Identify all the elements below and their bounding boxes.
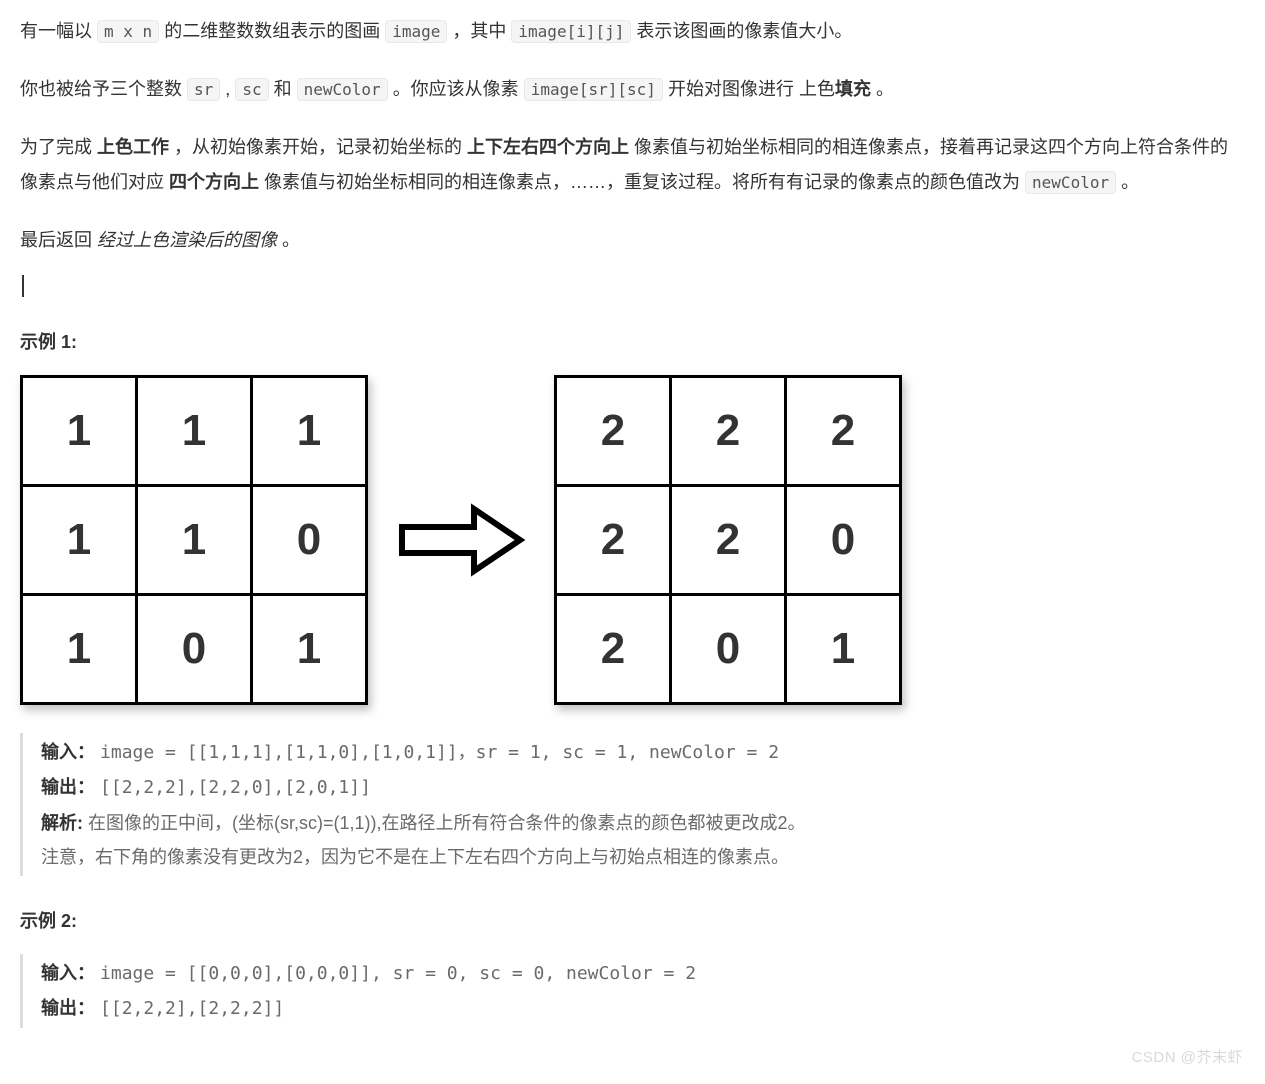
grid-cell: 2 (556, 486, 671, 595)
example-2-block: 输入： image = [[0,0,0],[0,0,0]], sr = 0, s… (20, 954, 1245, 1028)
text: 开始对图像进行 上色 (668, 79, 835, 99)
flood-fill-diagram: 111110101 222220201 (20, 375, 1245, 705)
code-inline: image[i][j] (511, 20, 631, 43)
grid-cell: 1 (252, 595, 367, 704)
grid-cell: 1 (137, 486, 252, 595)
text-bold: 填充 (835, 79, 871, 99)
grid-cell: 1 (786, 595, 901, 704)
grid-cell: 1 (252, 377, 367, 486)
input-value: image = [[1,1,1],[1,1,0],[1,0,1]]，sr = 1… (100, 742, 779, 763)
watermark-text: CSDN @芥末虾 (1132, 1044, 1243, 1073)
text: 有一幅以 (20, 21, 97, 41)
code-inline: image[sr][sc] (524, 78, 663, 101)
input-grid: 111110101 (20, 375, 368, 705)
desc-paragraph-2: 你也被给予三个整数 sr , sc 和 newColor 。你应该从像素 ima… (20, 72, 1245, 106)
text: 。 (1121, 172, 1139, 192)
text: ，其中 (452, 21, 511, 41)
explain-value: 在图像的正中间，(坐标(sr,sc)=(1,1)),在路径上所有符合条件的像素点… (88, 813, 806, 833)
output-grid: 222220201 (554, 375, 902, 705)
input-value: image = [[0,0,0],[0,0,0]], sr = 0, sc = … (100, 963, 696, 984)
code-inline: sr (187, 78, 220, 101)
example-2-title: 示例 2: (20, 904, 1245, 938)
text-italic: 经过上色渲染后的图像 (97, 230, 277, 250)
grid-cell: 0 (137, 595, 252, 704)
text-bold: 四个方向上 (169, 172, 259, 192)
code-inline: newColor (1025, 171, 1116, 194)
output-value: [[2,2,2],[2,2,2]] (100, 998, 284, 1019)
grid-cell: 2 (556, 595, 671, 704)
text-bold: 上下左右四个方向上 (467, 137, 629, 157)
grid-cell: 2 (671, 377, 786, 486)
grid-cell: 0 (252, 486, 367, 595)
text: 。 (871, 79, 894, 99)
text-cursor-icon (22, 275, 24, 297)
output-label: 输出： (41, 777, 95, 797)
grid-cell: 1 (137, 377, 252, 486)
grid-cell: 1 (22, 377, 137, 486)
code-inline: sc (235, 78, 268, 101)
desc-paragraph-3: 为了完成 上色工作 ，从初始像素开始，记录初始坐标的 上下左右四个方向上 像素值… (20, 130, 1245, 198)
desc-paragraph-1: 有一幅以 m x n 的二维整数数组表示的图画 image ，其中 image[… (20, 14, 1245, 48)
grid-cell: 2 (671, 486, 786, 595)
text: 的二维整数数组表示的图画 (164, 21, 385, 41)
text: 最后返回 (20, 230, 97, 250)
input-label: 输入： (41, 742, 95, 762)
arrow-right-icon (396, 495, 526, 585)
example-1-title: 示例 1: (20, 325, 1245, 359)
text: 和 (274, 79, 297, 99)
code-inline: image (385, 20, 447, 43)
grid-cell: 0 (671, 595, 786, 704)
text: ，从初始像素开始，记录初始坐标的 (174, 137, 467, 157)
text-bold: 上色工作 (97, 137, 169, 157)
output-value: [[2,2,2],[2,2,0],[2,0,1]] (100, 777, 371, 798)
text: 为了完成 (20, 137, 97, 157)
text: 表示该图画的像素值大小。 (636, 21, 852, 41)
grid-cell: 0 (786, 486, 901, 595)
grid-cell: 1 (22, 595, 137, 704)
explain-note: 注意，右下角的像素没有更改为2，因为它不是在上下左右四个方向上与初始点相连的像素… (41, 840, 1245, 874)
text: , (225, 79, 235, 99)
output-label: 输出： (41, 998, 95, 1018)
text: 你也被给予三个整数 (20, 79, 187, 99)
input-label: 输入： (41, 963, 95, 983)
grid-cell: 2 (786, 377, 901, 486)
desc-paragraph-4: 最后返回 经过上色渲染后的图像 。 (20, 223, 1245, 257)
code-inline: newColor (297, 78, 388, 101)
grid-cell: 1 (22, 486, 137, 595)
example-1-block: 输入： image = [[1,1,1],[1,1,0],[1,0,1]]，sr… (20, 733, 1245, 876)
text: 。 (282, 230, 300, 250)
explain-label: 解析: (41, 813, 88, 833)
text: 。你应该从像素 (393, 79, 524, 99)
grid-cell: 2 (556, 377, 671, 486)
text: 像素值与初始坐标相同的相连像素点，……，重复该过程。将所有有记录的像素点的颜色值… (264, 172, 1025, 192)
code-inline: m x n (97, 20, 159, 43)
